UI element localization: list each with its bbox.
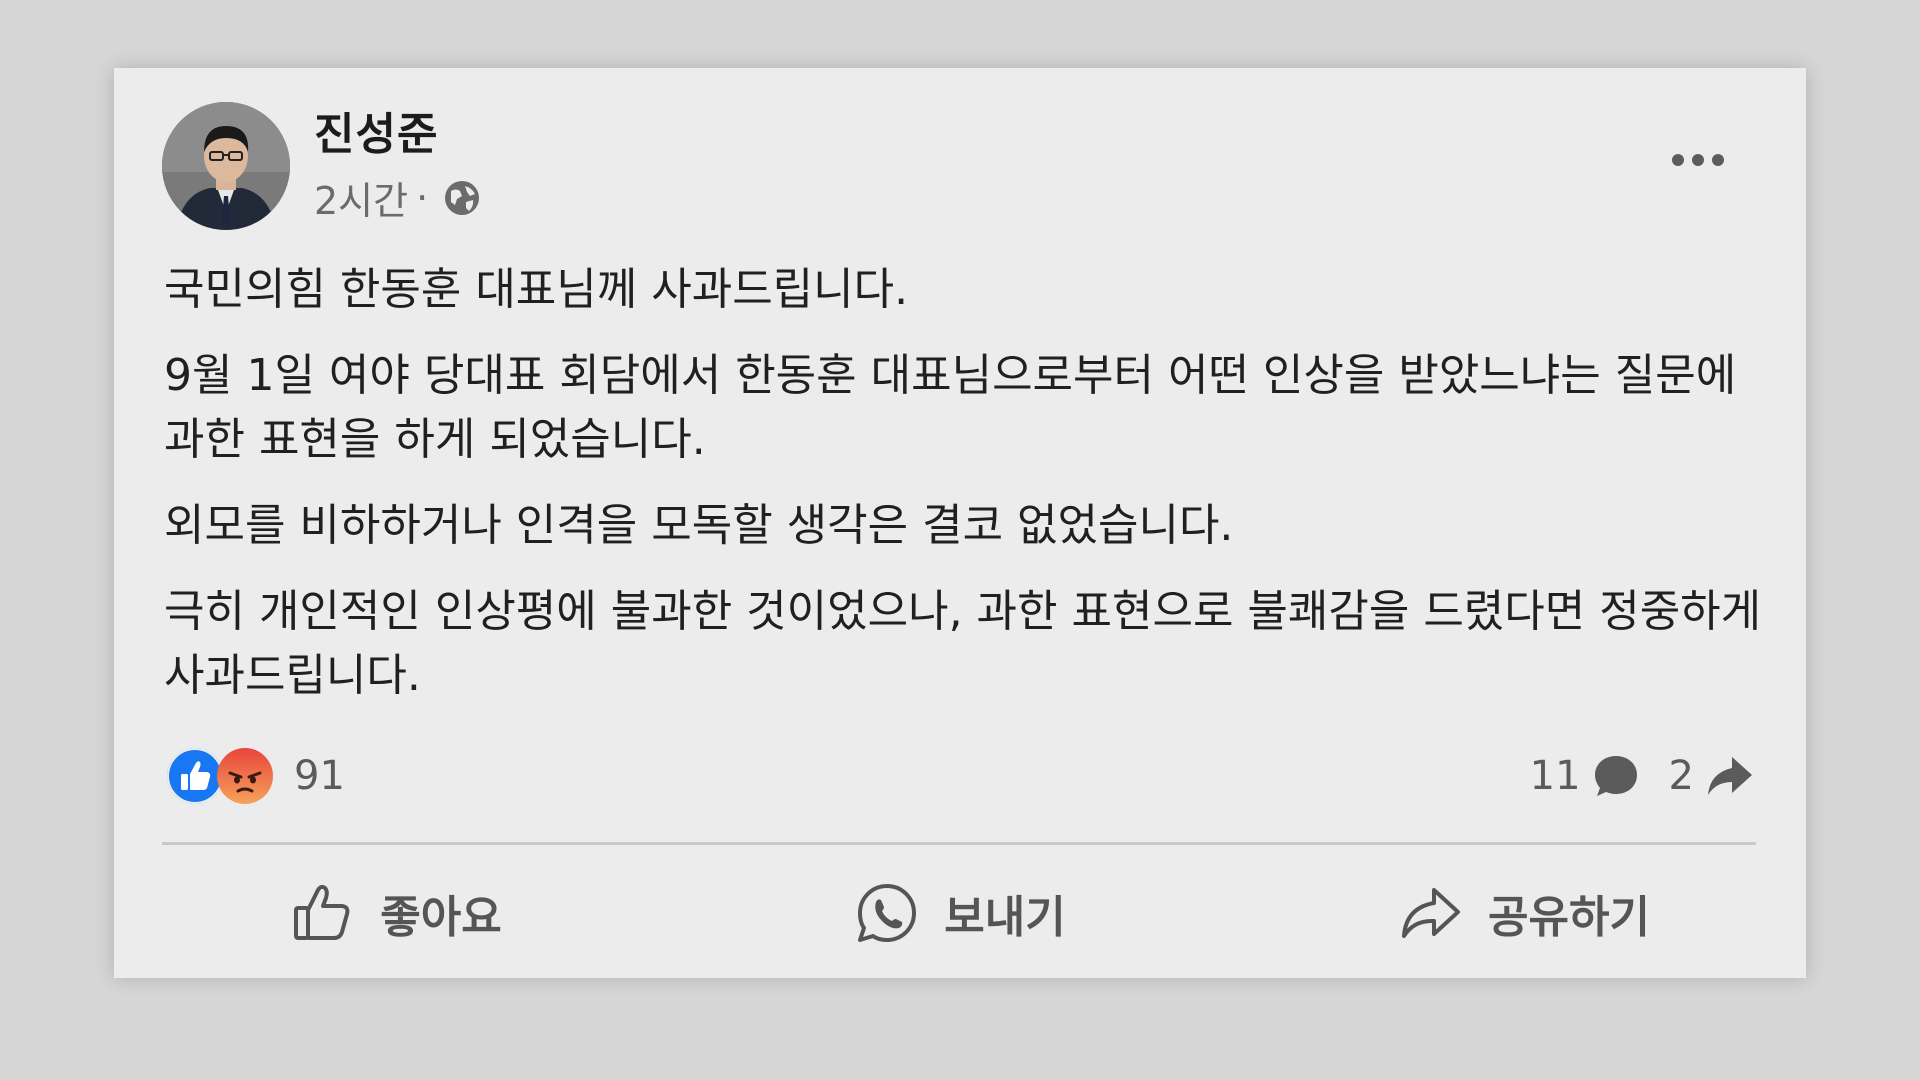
thumbs-up-icon <box>294 884 350 940</box>
avatar-portrait <box>162 102 290 230</box>
like-button[interactable]: 좋아요 <box>114 858 678 968</box>
whatsapp-icon <box>858 884 917 942</box>
share-arrow-icon <box>1708 757 1752 795</box>
share-icon <box>1402 888 1461 938</box>
post-stats: 11 2 <box>1530 748 1756 804</box>
meta-separator: · <box>416 175 429 220</box>
like-button-label: 좋아요 <box>380 892 502 943</box>
shares-count-value: 2 <box>1668 753 1694 799</box>
comment-bubble-icon <box>1594 756 1637 796</box>
post-paragraph: 9월 1일 여야 당대표 회담에서 한동훈 대표님으로부터 어떤 인상을 받았느… <box>164 350 1737 465</box>
divider <box>162 842 1756 845</box>
post-body: 국민의힘 한동훈 대표님께 사과드립니다. 9월 1일 여야 당대표 회담에서 … <box>164 258 1764 730</box>
comments-count[interactable]: 11 <box>1530 751 1641 801</box>
avatar[interactable] <box>162 102 290 230</box>
send-button[interactable]: 보내기 <box>678 858 1242 968</box>
more-options-icon[interactable] <box>1670 148 1726 172</box>
angry-icon <box>217 748 273 804</box>
post-card: 진성준 2시간 · 국민의힘 한동훈 대표님께 사과드립니다. 9월 1일 여야… <box>114 68 1806 978</box>
reactions-summary[interactable]: 91 <box>166 746 345 806</box>
post-meta: 2시간 · <box>314 170 482 225</box>
share-button[interactable]: 공유하기 <box>1242 858 1806 968</box>
globe-icon <box>445 180 480 215</box>
post-time[interactable]: 2시간 <box>314 170 408 225</box>
author-name[interactable]: 진성준 <box>314 98 438 162</box>
reaction-count: 91 <box>294 753 345 799</box>
post-paragraph: 국민의힘 한동훈 대표님께 사과드립니다. <box>164 264 909 315</box>
post-paragraph: 외모를 비하하거나 인격을 모독할 생각은 결코 없었습니다. <box>164 500 1234 551</box>
comments-count-value: 11 <box>1529 753 1581 799</box>
shares-count[interactable]: 2 <box>1669 751 1756 801</box>
send-button-label: 보내기 <box>944 892 1066 943</box>
post-paragraph: 극히 개인적인 인상평에 불과한 것이었으나, 과한 표현으로 불쾌감을 드렸다… <box>164 586 1762 701</box>
action-bar: 좋아요 보내기 공유하기 <box>114 858 1806 968</box>
share-button-label: 공유하기 <box>1488 892 1650 943</box>
